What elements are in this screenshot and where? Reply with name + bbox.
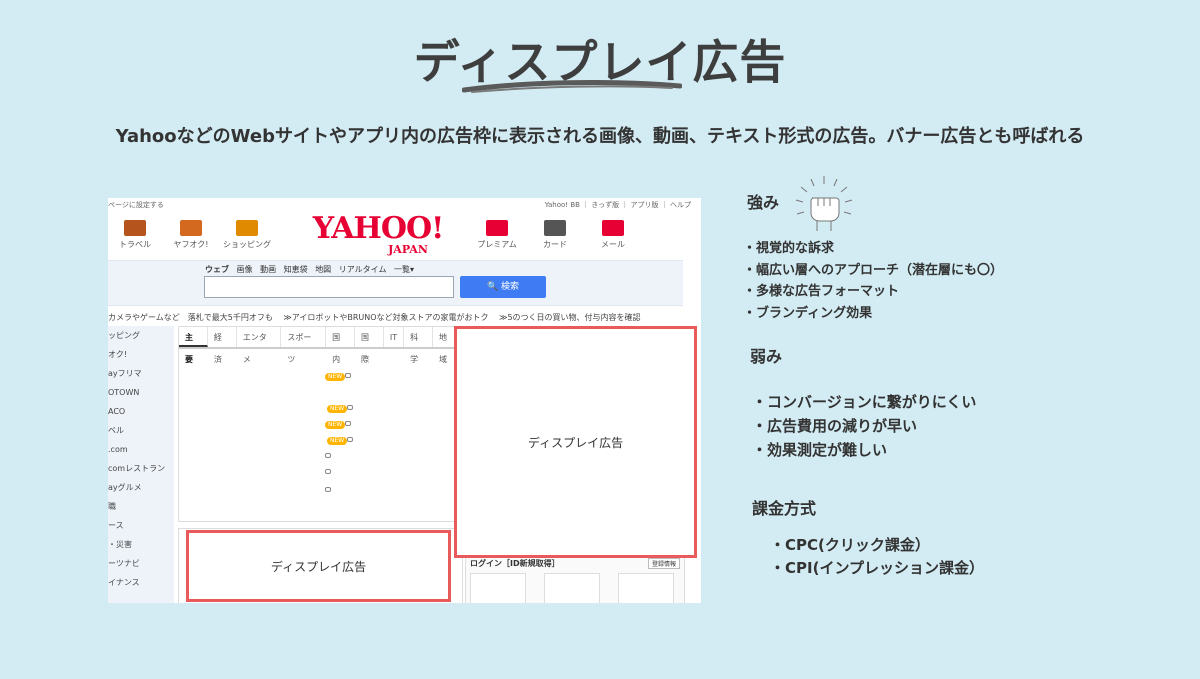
weaknesses-list: ・コンバージョンに繋がりにくい ・広告費用の減りが早い ・効果測定が難しい	[752, 390, 976, 462]
comment-icon	[345, 421, 351, 426]
mail-tile[interactable]	[470, 573, 526, 603]
coupon-tile[interactable]	[544, 573, 600, 603]
list-item: ・コンバージョンに繋がりにくい	[752, 393, 977, 411]
new-badge: NEW	[327, 437, 348, 445]
news-tab-it[interactable]: IT	[384, 327, 405, 347]
sidebar-item[interactable]: オク!	[108, 345, 174, 364]
billing-list: ・CPC(クリック課金） ・CPI(インプレッション課金）	[770, 534, 984, 580]
login-title[interactable]: ログイン［ID新規取得］	[470, 558, 560, 569]
service-shopping[interactable]: ショッピング	[222, 220, 272, 250]
list-item: ・CPI(インプレッション課金）	[770, 559, 984, 577]
list-item: ・効果測定が難しい	[752, 441, 888, 459]
search-input[interactable]	[204, 276, 454, 298]
news-tab-science[interactable]: 科学	[404, 327, 434, 364]
sidebar-item[interactable]: ッピング	[108, 326, 174, 345]
list-item: ・広告費用の減りが早い	[752, 417, 918, 435]
mail-icon	[602, 220, 624, 236]
list-item: ・視覚的な訴求	[743, 241, 835, 256]
comment-icon	[325, 469, 331, 474]
gavel-icon	[180, 220, 202, 236]
sidebar-item[interactable]: 職	[108, 497, 174, 516]
list-item: ・幅広い層へのアプローチ（潜在層にも〇）	[743, 262, 1004, 278]
news-tab-economy[interactable]: 経済	[208, 327, 237, 364]
comment-icon	[325, 487, 331, 492]
service-travel[interactable]: トラベル	[110, 220, 160, 250]
service-premium[interactable]: プレミアム	[472, 220, 522, 250]
search-band: ウェブ 画像 動画 知恵袋 地図 リアルタイム 一覧▾ 🔍 検索	[108, 260, 683, 306]
strengths-heading: 強み	[747, 193, 780, 212]
comment-icon	[345, 373, 351, 378]
new-badge: NEW	[325, 421, 346, 429]
ribbon-icon	[486, 220, 508, 236]
sidebar-item[interactable]: ACO	[108, 402, 174, 421]
news-box: 主要 経済 エンタメ スポーツ 国内 国際 IT 科学 地域 NEW NEW N…	[178, 326, 463, 522]
service-card[interactable]: カード	[530, 220, 580, 250]
fist-icon	[795, 176, 853, 231]
news-tab-sports[interactable]: スポーツ	[281, 327, 327, 364]
search-tab-map[interactable]: 地図	[315, 265, 331, 274]
sidebar-item[interactable]: OTOWN	[108, 383, 174, 402]
new-badge: NEW	[325, 373, 346, 381]
search-tabs: ウェブ 画像 動画 知恵袋 地図 リアルタイム 一覧▾	[205, 264, 419, 275]
news-tab-main[interactable]: 主要	[179, 327, 208, 364]
sidebar-item[interactable]: イナンス	[108, 573, 174, 592]
sidebar-item[interactable]: .com	[108, 440, 174, 459]
top-right-links[interactable]: Yahoo! BB ｜ きっず版 ｜ アプリ版 ｜ ヘルプ	[545, 200, 691, 210]
search-tab-video[interactable]: 動画	[260, 265, 276, 274]
comment-icon	[347, 405, 353, 410]
sidebar-item[interactable]: ベル	[108, 421, 174, 440]
strengths-list: ・視覚的な訴求 ・幅広い層へのアプローチ（潜在層にも〇） ・多様な広告フォーマッ…	[743, 238, 1003, 324]
page-subtitle: YahooなどのWebサイトやアプリ内の広告枠に表示される画像、動画、テキスト形…	[115, 126, 1085, 147]
promo-line[interactable]: カメラやゲームなど 落札で最大5千円オフも ≫アイロボットやBRUNOなど対象ス…	[108, 312, 641, 323]
search-tab-web[interactable]: ウェブ	[205, 265, 229, 274]
weaknesses-heading: 弱み	[750, 347, 783, 366]
list-item: ・ブランディング効果	[743, 305, 873, 321]
list-item: ・CPC(クリック課金）	[770, 536, 930, 554]
login-box: ログイン［ID新規取得］ 登録情報	[465, 554, 685, 603]
set-homepage-link[interactable]: ページに設定する	[108, 200, 164, 210]
sidebar-item[interactable]: ayフリマ	[108, 364, 174, 383]
news-tabs: 主要 経済 エンタメ スポーツ 国内 国際 IT 科学 地域	[179, 327, 462, 364]
new-badge: NEW	[327, 405, 348, 413]
sidebar-item[interactable]: ーツナビ	[108, 554, 174, 573]
search-tab-chiebukuro[interactable]: 知恵袋	[284, 265, 308, 274]
list-item: ・多様な広告フォーマット	[743, 284, 900, 299]
comment-icon	[325, 453, 331, 458]
search-tab-images[interactable]: 画像	[237, 265, 253, 274]
news-tab-international[interactable]: 国際	[355, 327, 384, 364]
sidebar-item[interactable]: ース	[108, 516, 174, 535]
service-mail[interactable]: メール	[588, 220, 638, 250]
search-tab-realtime[interactable]: リアルタイム	[339, 265, 387, 274]
comment-icon	[347, 437, 353, 442]
news-tab-domestic[interactable]: 国内	[326, 327, 355, 364]
yahoo-logo[interactable]: YAHOO! JAPAN	[308, 214, 448, 256]
billing-heading: 課金方式	[752, 499, 817, 518]
brush-underline	[462, 80, 682, 93]
display-ad-small: ディスプレイ広告	[186, 530, 451, 602]
sidebar-item[interactable]: ・災害	[108, 535, 174, 554]
yahoo-screenshot: ページに設定する Yahoo! BB ｜ きっず版 ｜ アプリ版 ｜ ヘルプ ト…	[108, 198, 701, 603]
paypay-tile[interactable]	[618, 573, 674, 603]
sidebar-item[interactable]: ayグルメ	[108, 478, 174, 497]
search-button[interactable]: 🔍 検索	[460, 276, 546, 298]
cart-icon	[236, 220, 258, 236]
service-sidebar: ッピング オク! ayフリマ OTOWN ACO ベル .com comレストラ…	[108, 326, 174, 603]
news-tab-entertainment[interactable]: エンタメ	[237, 327, 282, 364]
suitcase-icon	[124, 220, 146, 236]
card-icon	[544, 220, 566, 236]
sidebar-item[interactable]: comレストラン	[108, 459, 174, 478]
service-auction[interactable]: ヤフオク!	[166, 220, 216, 250]
search-tab-list[interactable]: 一覧▾	[394, 265, 414, 274]
display-ad-large: ディスプレイ広告	[454, 326, 697, 558]
login-info-button[interactable]: 登録情報	[647, 558, 680, 569]
